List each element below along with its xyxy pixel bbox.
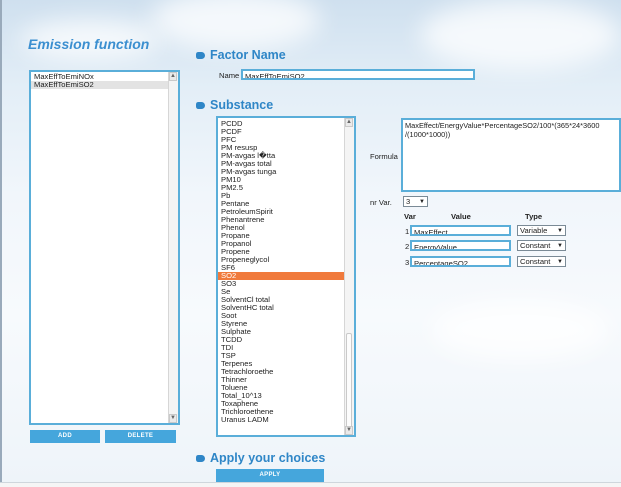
apply-heading: Apply your choices (210, 451, 326, 465)
section-bullet-icon (196, 102, 205, 109)
list-item[interactable]: SO3 (218, 280, 344, 288)
var-type-value: Constant (520, 257, 551, 266)
list-item[interactable]: Uranus LADM (218, 416, 344, 424)
var-type-select[interactable]: Variable ▼ (517, 225, 566, 236)
var-value-input[interactable]: MaxEffect (410, 225, 511, 236)
app-title: Emission function (28, 36, 150, 52)
scroll-down-arrow-icon[interactable]: ▼ (345, 426, 353, 435)
nr-var-label: nr Var. (370, 198, 392, 207)
cloud-decoration (150, 0, 320, 50)
scroll-thumb[interactable] (346, 333, 352, 428)
functions-listbox[interactable]: MaxEffToEmiNOx MaxEffToEmiSO2 ▲ ▼ (29, 70, 180, 425)
functions-scrollbar[interactable]: ▲ ▼ (168, 72, 178, 423)
dropdown-arrow-icon: ▼ (419, 199, 425, 205)
list-item[interactable]: PCDF (218, 128, 344, 136)
list-item[interactable]: TDI (218, 344, 344, 352)
substance-heading: Substance (210, 98, 274, 112)
cloud-decoration (430, 300, 610, 360)
add-button[interactable]: ADD (30, 430, 100, 443)
substance-scrollbar[interactable]: ▲ ▼ (344, 118, 354, 435)
value-column-header: Value (451, 212, 471, 221)
var-row-index: 3 (405, 258, 410, 267)
var-value-input[interactable]: PercentageSO2 (410, 256, 511, 267)
name-label: Name (219, 71, 240, 80)
nr-var-value: 3 (406, 197, 411, 206)
formula-label: Formula (370, 152, 398, 161)
formula-textarea[interactable]: MaxEffect/EnergyValue*PercentageSO2/100*… (401, 118, 621, 192)
var-type-select[interactable]: Constant ▼ (517, 240, 566, 251)
dropdown-arrow-icon: ▼ (557, 259, 563, 265)
factor-name-heading: Factor Name (210, 48, 286, 62)
name-input[interactable]: MaxEffToEmiSO2 (241, 69, 475, 80)
cloud-decoration (420, 0, 620, 70)
dropdown-arrow-icon: ▼ (557, 228, 563, 234)
window-edge (0, 0, 2, 486)
apply-button[interactable]: APPLY (216, 469, 324, 482)
var-type-select[interactable]: Constant ▼ (517, 256, 566, 267)
list-item[interactable]: TCDD (218, 336, 344, 344)
section-bullet-icon (196, 52, 205, 59)
delete-button[interactable]: DELETE (105, 430, 176, 443)
var-type-value: Constant (520, 241, 551, 250)
dropdown-arrow-icon: ▼ (557, 243, 563, 249)
nr-var-select[interactable]: 3 ▼ (403, 196, 428, 207)
substance-listbox[interactable]: PCDD PCDF PFC PM resusp PM-avgas l�tta PM-avg… (216, 116, 356, 437)
var-type-value: Variable (520, 226, 548, 235)
type-column-header: Type (525, 212, 543, 221)
scroll-down-arrow-icon[interactable]: ▼ (169, 414, 177, 423)
var-value-input[interactable]: EnergyValue (410, 240, 511, 251)
list-item[interactable]: SO2 (218, 272, 344, 280)
list-item[interactable]: MaxEffToEmiSO2 (31, 81, 168, 89)
list-item[interactable]: PM2.5 (218, 184, 344, 192)
scroll-up-arrow-icon[interactable]: ▲ (345, 118, 353, 127)
var-column-header: Var (404, 212, 416, 221)
substance-list-items: PCDD PCDF PFC PM resusp PM-avgas l�tta PM-avg… (218, 120, 344, 424)
window-bottom-edge (0, 482, 621, 487)
list-item[interactable]: Propeneglycol (218, 256, 344, 264)
section-bullet-icon (196, 455, 205, 462)
var-row-index: 1 (405, 227, 410, 236)
var-row-index: 2 (405, 242, 410, 251)
list-item[interactable]: SF6 (218, 264, 344, 272)
functions-list-items: MaxEffToEmiNOx MaxEffToEmiSO2 (31, 73, 168, 89)
scroll-up-arrow-icon[interactable]: ▲ (169, 72, 177, 81)
